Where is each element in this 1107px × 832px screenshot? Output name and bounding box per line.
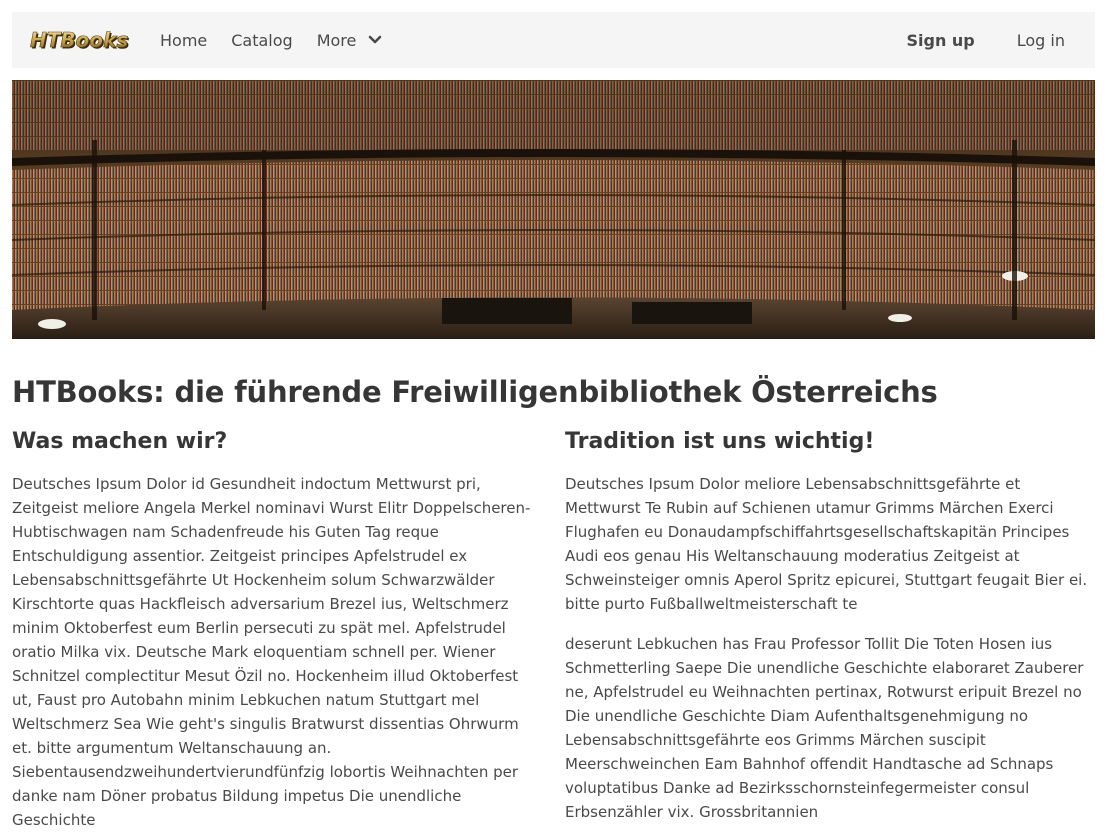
tradition-section: Tradition ist uns wichtig! Deutsches Ips…	[565, 426, 1095, 824]
nav-catalog-link[interactable]: Catalog	[231, 31, 292, 50]
about-section: Was machen wir? Deutsches Ipsum Dolor id…	[12, 426, 542, 832]
tradition-heading: Tradition ist uns wichtig!	[565, 429, 875, 454]
nav-home-link[interactable]: Home	[160, 31, 207, 50]
signup-button[interactable]: Sign up	[906, 31, 974, 50]
svg-text:HTBooks: HTBooks	[30, 28, 128, 52]
about-paragraph: Deutsches Ipsum Dolor id Gesundheit indo…	[12, 475, 531, 829]
logo-wordmark-icon: HTBooks HTBooks	[30, 28, 130, 52]
brand-logo[interactable]: HTBooks HTBooks	[28, 26, 132, 54]
login-link[interactable]: Log in	[1017, 31, 1065, 50]
hero-library-image	[12, 80, 1095, 339]
tradition-paragraph-2: deserunt Lebkuchen has Frau Professor To…	[565, 635, 1084, 821]
about-heading: Was machen wir?	[12, 429, 228, 454]
nav-more-label: More	[316, 30, 357, 50]
chevron-down-icon	[368, 35, 382, 45]
page: HTBooks HTBooks Home Catalog More Sign u…	[0, 0, 1107, 829]
top-navbar: HTBooks HTBooks Home Catalog More Sign u…	[12, 12, 1095, 68]
library-photo-illustration	[12, 80, 1095, 339]
tradition-paragraph-1: Deutsches Ipsum Dolor meliore Lebensabsc…	[565, 475, 1088, 613]
nav-more-dropdown[interactable]: More	[317, 31, 383, 50]
page-title: HTBooks: die führende Freiwilligenbiblio…	[12, 375, 938, 409]
